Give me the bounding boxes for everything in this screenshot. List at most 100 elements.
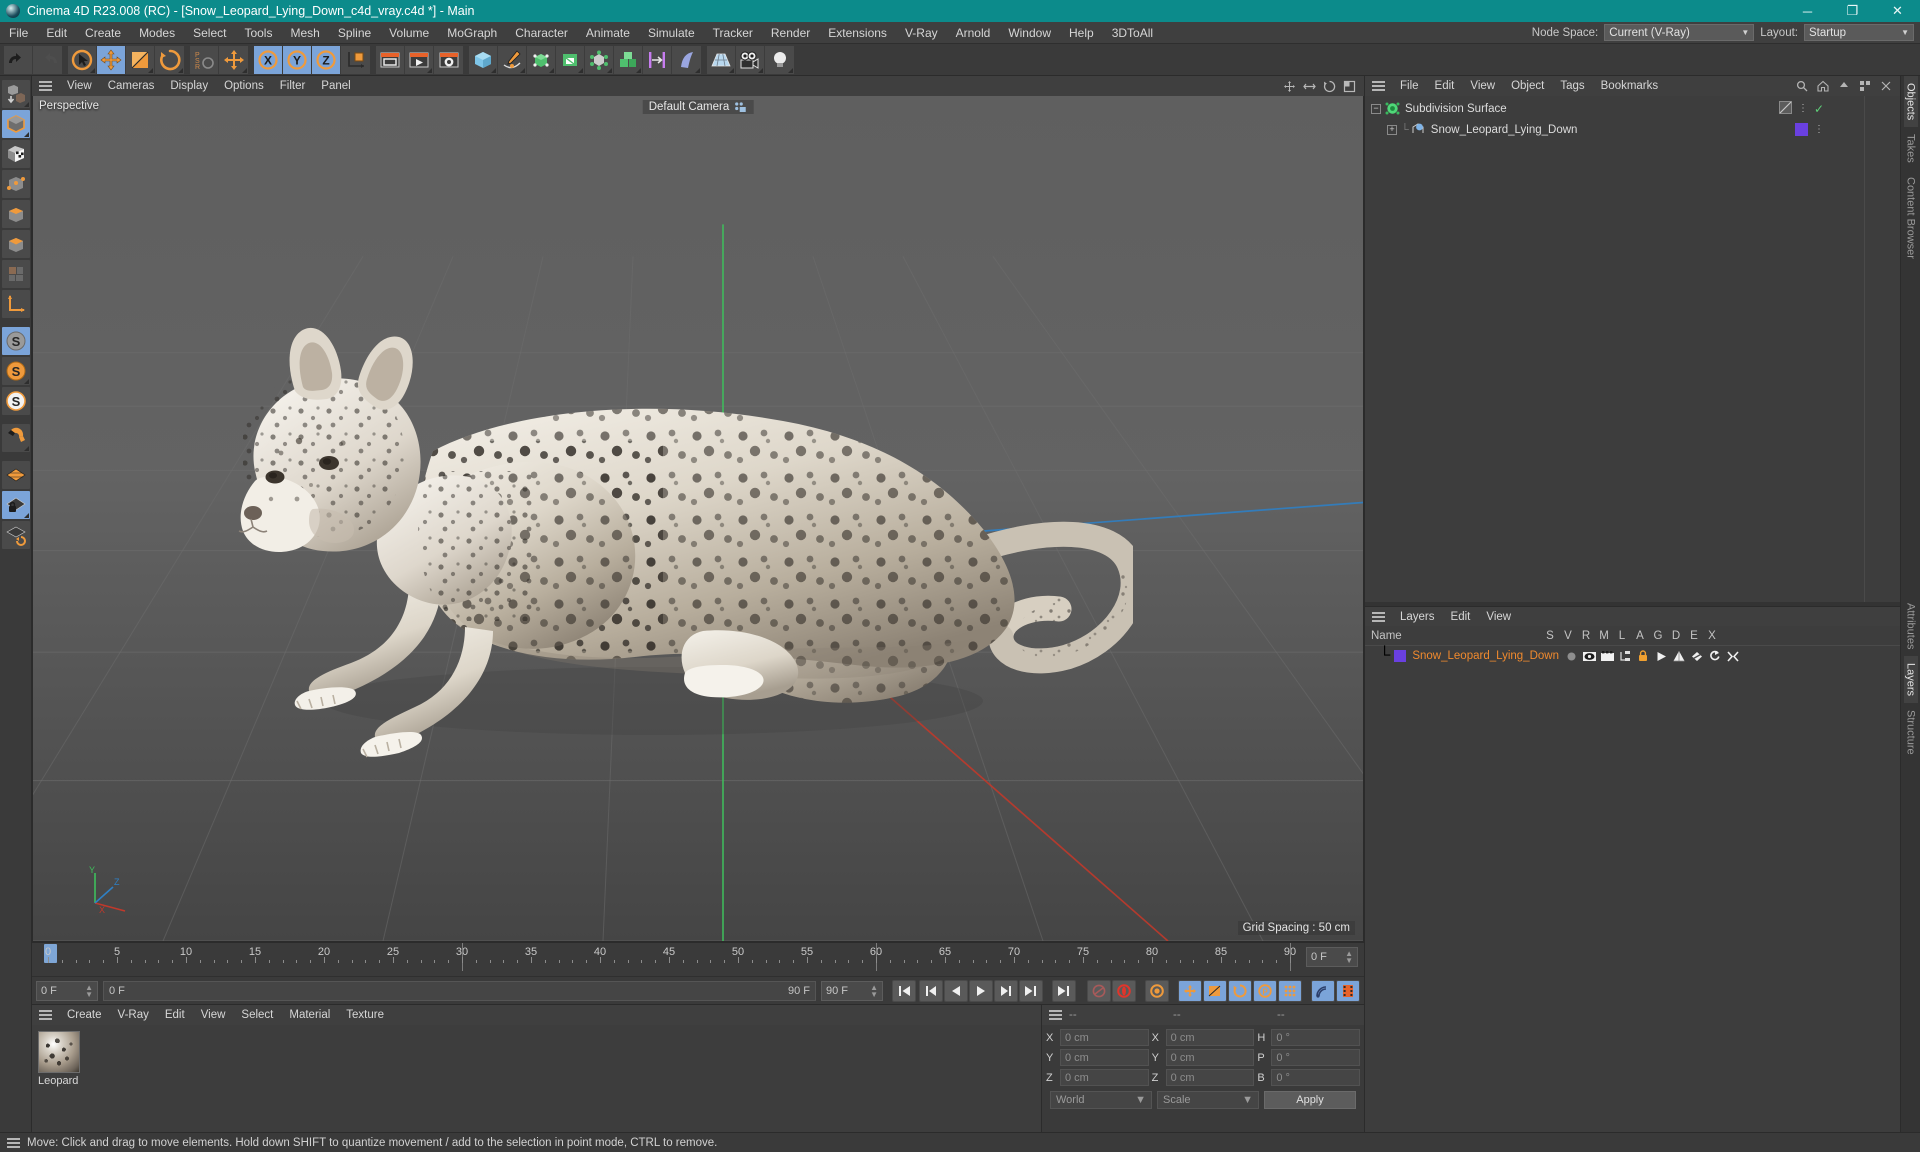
layer-manager-body[interactable]: Name S V R M L A G D E X └ Snow_Leopard_… — [1365, 626, 1900, 1132]
material-thumbnail[interactable] — [38, 1031, 80, 1073]
viewport-menu-cameras[interactable]: Cameras — [100, 76, 163, 96]
add-cube-icon[interactable] — [469, 45, 498, 74]
tab-content-browser[interactable]: Content Browser — [1904, 170, 1918, 266]
timeline-current-frame-field[interactable]: 0 F ▲ ▼ — [1306, 947, 1358, 967]
object-menu-view[interactable]: View — [1462, 76, 1503, 96]
texture-mode-icon[interactable] — [1, 140, 30, 168]
material-menu-vray[interactable]: V-Ray — [110, 1005, 157, 1025]
apply-button[interactable]: Apply — [1264, 1091, 1356, 1109]
z-axis-lock-icon[interactable]: Z — [312, 45, 341, 74]
undo-icon[interactable] — [4, 45, 33, 74]
material-menu-material[interactable]: Material — [281, 1005, 338, 1025]
object-manager-hamburger-icon[interactable] — [1372, 81, 1385, 91]
add-light-icon[interactable] — [765, 45, 794, 74]
menu-render[interactable]: Render — [762, 22, 819, 44]
keyframe-selection-button[interactable] — [1145, 979, 1169, 1002]
polygon-mode-icon[interactable] — [1, 230, 30, 258]
spinner-icon[interactable]: ▲ ▼ — [85, 983, 93, 998]
enable-snapping-icon[interactable]: S — [1, 357, 30, 385]
coord-field-rot-h[interactable]: 0 ° — [1271, 1029, 1361, 1046]
preview-range-bar[interactable]: 0 F 90 F — [103, 980, 816, 1001]
scale-tool-icon[interactable] — [126, 45, 155, 74]
coord-field-pos-y[interactable]: 0 cm — [1060, 1049, 1149, 1066]
make-preview-button[interactable] — [1336, 979, 1360, 1002]
object-tree[interactable]: − Subdivision Surface ⋮ ✓ + └ Snow_Leopa… — [1365, 96, 1864, 602]
coord-field-size-y[interactable]: 0 cm — [1165, 1049, 1255, 1066]
axis-mode-icon[interactable] — [1, 290, 30, 318]
redo-icon[interactable] — [33, 45, 62, 74]
layer-solo-icon[interactable] — [1564, 649, 1578, 663]
lock-workplane-icon[interactable] — [1, 491, 30, 519]
timeline-ruler[interactable]: 051015202530354045505560657075808590 0 F… — [32, 942, 1364, 976]
layer-generator-icon[interactable] — [1672, 649, 1686, 663]
position-key-button[interactable] — [1178, 979, 1202, 1002]
minimize-button[interactable]: ─ — [1785, 0, 1830, 22]
object-row-snow-leopard[interactable]: + └ Snow_Leopard_Lying_Down ⋮ — [1365, 119, 1864, 140]
layer-manager-hamburger-icon[interactable] — [1372, 611, 1385, 622]
tab-attributes[interactable]: Attributes — [1904, 596, 1918, 656]
spinner-icon[interactable]: ▲ ▼ — [870, 983, 878, 998]
dots-icon[interactable]: ⋮ — [1814, 124, 1824, 134]
menu-help[interactable]: Help — [1060, 22, 1103, 44]
add-deformer-icon[interactable] — [585, 45, 614, 74]
psr-lock-icon[interactable]: PSR — [190, 45, 219, 74]
rotation-key-button[interactable] — [1228, 979, 1252, 1002]
planar-workplane-icon[interactable] — [1, 521, 30, 549]
object-menu-file[interactable]: File — [1392, 76, 1427, 96]
tab-layers[interactable]: Layers — [1903, 656, 1918, 704]
menu-select[interactable]: Select — [184, 22, 235, 44]
viewport-rotate-icon[interactable] — [1320, 77, 1338, 95]
go-to-end-button[interactable] — [1052, 979, 1076, 1002]
search-icon[interactable] — [1793, 77, 1811, 95]
subdivision-editor-mode-icon[interactable] — [1778, 100, 1792, 117]
close-button[interactable]: ✕ — [1875, 0, 1920, 22]
coord-field-size-x[interactable]: 0 cm — [1165, 1029, 1255, 1046]
go-to-start-button[interactable] — [892, 979, 916, 1002]
menu-tracker[interactable]: Tracker — [704, 22, 762, 44]
viewport-menu-view[interactable]: View — [59, 76, 100, 96]
tab-objects[interactable]: Objects — [1903, 76, 1918, 128]
step-back-button[interactable] — [944, 979, 968, 1002]
menu-simulate[interactable]: Simulate — [639, 22, 704, 44]
document-start-frame-field[interactable]: 0 F ▲ ▼ — [36, 980, 98, 1001]
layer-color-swatch[interactable] — [1394, 650, 1407, 662]
viewport-menu-panel[interactable]: Panel — [313, 76, 358, 96]
menu-spline[interactable]: Spline — [329, 22, 380, 44]
uv-mode-icon[interactable] — [1, 260, 30, 288]
workplane-icon[interactable] — [1, 461, 30, 489]
object-row-subdivision-surface[interactable]: − Subdivision Surface ⋮ ✓ — [1365, 98, 1864, 119]
object-manager-body[interactable]: − Subdivision Surface ⋮ ✓ + └ Snow_Leopa… — [1365, 96, 1900, 602]
layers-menu-view[interactable]: View — [1478, 607, 1519, 627]
render-settings-icon[interactable] — [434, 45, 463, 74]
material-list[interactable]: Leopard — [32, 1025, 1041, 1132]
enable-check-icon[interactable]: ✓ — [1814, 102, 1824, 116]
layer-render-icon[interactable] — [1600, 649, 1614, 663]
viewport-maximize-icon[interactable] — [1340, 77, 1358, 95]
home-icon[interactable] — [1814, 77, 1832, 95]
model-mode-icon[interactable] — [1, 110, 30, 138]
edge-mode-icon[interactable] — [1, 200, 30, 228]
menu-arnold[interactable]: Arnold — [947, 22, 1000, 44]
render-to-picture-viewer-icon[interactable] — [405, 45, 434, 74]
add-field-icon[interactable] — [643, 45, 672, 74]
spinner-icon[interactable]: ▲ ▼ — [1345, 950, 1353, 965]
viewport-menu-display[interactable]: Display — [162, 76, 216, 96]
layer-lock-icon[interactable] — [1636, 649, 1650, 663]
menu-extensions[interactable]: Extensions — [819, 22, 896, 44]
menu-edit[interactable]: Edit — [37, 22, 76, 44]
dynamics-button[interactable] — [1311, 979, 1335, 1002]
material-menu-select[interactable]: Select — [233, 1005, 281, 1025]
node-space-select[interactable]: Current (V-Ray) ▼ — [1604, 24, 1755, 41]
magnet-icon[interactable] — [1, 424, 30, 452]
layers-menu-layers[interactable]: Layers — [1392, 607, 1443, 627]
make-editable-icon[interactable] — [1, 80, 30, 108]
panel-close-icon[interactable] — [1877, 77, 1895, 95]
scale-key-button[interactable] — [1203, 979, 1227, 1002]
coord-field-rot-b[interactable]: 0 ° — [1271, 1069, 1361, 1086]
menu-tools[interactable]: Tools — [235, 22, 281, 44]
menu-volume[interactable]: Volume — [380, 22, 438, 44]
menu-window[interactable]: Window — [999, 22, 1060, 44]
material-hamburger-icon[interactable] — [39, 1010, 52, 1020]
add-hair-icon[interactable] — [672, 45, 701, 74]
document-end-frame-field[interactable]: 90 F ▲ ▼ — [821, 980, 883, 1001]
